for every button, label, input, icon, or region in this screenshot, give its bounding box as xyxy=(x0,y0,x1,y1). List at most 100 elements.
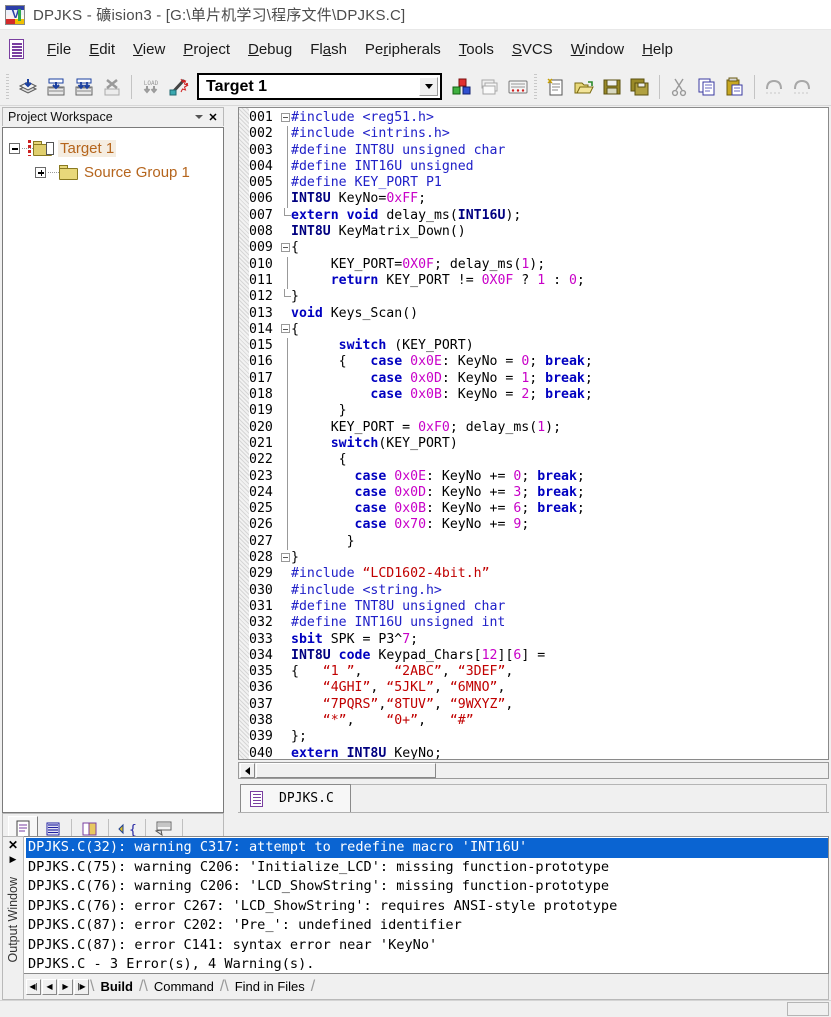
menu-item-file[interactable]: File xyxy=(38,38,80,61)
output-line[interactable]: DPJKS.C(76): warning C206: 'LCD_ShowStri… xyxy=(26,877,828,897)
fold-marker[interactable] xyxy=(279,370,291,388)
code-line[interactable]: 034 INT8U code Keypad_Chars[12][6] = xyxy=(249,648,828,664)
paste-icon[interactable] xyxy=(721,73,749,101)
code-line[interactable]: 011 return KEY_PORT != 0X0F ? 1 : 0; xyxy=(249,272,828,290)
fold-marker[interactable] xyxy=(279,158,291,176)
code-line[interactable]: 010 KEY_PORT=0X0F; delay_ms(1); xyxy=(249,256,828,273)
translate-icon[interactable] xyxy=(14,73,42,101)
tree-item-source-group[interactable]: Source Group 1 xyxy=(9,160,219,184)
first-icon[interactable]: ◀| xyxy=(26,978,41,995)
fold-marker[interactable] xyxy=(279,272,291,290)
code-line[interactable]: 025 case 0x0B: KeyNo += 6; break; xyxy=(249,501,828,518)
tab-find-in-files[interactable]: Find in Files xyxy=(229,979,311,994)
fold-marker[interactable] xyxy=(279,240,291,256)
code-line[interactable]: 037 “7PQRS”,“8TUV”, “9WXYZ”, xyxy=(249,697,828,713)
prev-icon[interactable]: ◀ xyxy=(42,978,57,995)
next-icon[interactable]: ▶ xyxy=(58,978,73,995)
code-line[interactable]: 019 } xyxy=(249,403,828,420)
menu-item-svcs[interactable]: SVCS xyxy=(503,38,562,61)
code-line[interactable]: 001 #include <reg51.h> xyxy=(249,110,828,126)
code-line[interactable]: 032 #define INT16U unsigned int xyxy=(249,615,828,631)
code-line[interactable]: 012} xyxy=(249,289,828,305)
code-line[interactable]: 004 #define INT16U unsigned xyxy=(249,158,828,176)
copy-icon[interactable] xyxy=(693,73,721,101)
target-select[interactable]: Target 1 xyxy=(197,73,442,100)
fold-marker[interactable] xyxy=(279,387,291,404)
code-line[interactable]: 033 sbit SPK = P3^7; xyxy=(249,632,828,648)
code-line[interactable]: 024 case 0x0D: KeyNo += 3; break; xyxy=(249,484,828,502)
menu-item-debug[interactable]: Debug xyxy=(239,38,301,61)
editor-hscrollbar[interactable] xyxy=(238,762,829,779)
output-line[interactable]: DPJKS.C - 3 Error(s), 4 Warning(s). xyxy=(26,955,828,973)
rebuild-all-icon[interactable] xyxy=(70,73,98,101)
start-stop-debug-icon[interactable] xyxy=(165,73,193,101)
fold-marker[interactable] xyxy=(279,484,291,502)
build-target-icon[interactable] xyxy=(42,73,70,101)
fold-marker[interactable] xyxy=(279,142,291,159)
code-editor[interactable]: 001 #include <reg51.h> 002 #include <intrin… xyxy=(238,107,829,760)
code-line[interactable]: 015 switch (KEY_PORT) xyxy=(249,338,828,355)
code-line[interactable]: 036 “4GHI”, “5JKL”, “6MNO”, xyxy=(249,680,828,696)
code-line[interactable]: 038 “*”, “0+”, “#” xyxy=(249,713,828,729)
fold-marker[interactable] xyxy=(279,175,291,192)
editor-tab-dpjks-c[interactable]: DPJKS.C xyxy=(240,784,351,812)
manage-components-icon[interactable] xyxy=(476,73,504,101)
close-icon[interactable]: ✕ xyxy=(8,839,18,851)
menu-item-window[interactable]: Window xyxy=(562,38,633,61)
tab-build[interactable]: Build xyxy=(94,979,139,994)
fold-marker[interactable] xyxy=(279,533,291,551)
chevron-down-icon[interactable] xyxy=(192,110,206,124)
code-line[interactable]: 035{ “1 ”, “2ABC”, “3DEF”, xyxy=(249,664,828,680)
code-line[interactable]: 008 INT8U KeyMatrix_Down() xyxy=(249,224,828,240)
fold-marker[interactable] xyxy=(279,322,291,338)
close-icon[interactable]: ✕ xyxy=(206,110,220,124)
output-line[interactable]: DPJKS.C(87): error C141: syntax error ne… xyxy=(26,936,828,956)
fold-marker[interactable] xyxy=(279,338,291,355)
undo-icon[interactable] xyxy=(760,73,788,101)
fold-marker[interactable] xyxy=(279,403,291,420)
target-options-icon[interactable] xyxy=(448,73,476,101)
menu-item-tools[interactable]: Tools xyxy=(450,38,503,61)
download-to-flash-icon[interactable]: LOAD xyxy=(137,73,165,101)
code-line[interactable]: 009{ xyxy=(249,240,828,256)
fold-marker[interactable] xyxy=(279,354,291,371)
expand-icon[interactable] xyxy=(35,166,46,178)
editor-code[interactable]: 001 #include <reg51.h> 002 #include <intrin… xyxy=(249,110,828,759)
fold-marker[interactable] xyxy=(279,550,291,566)
save-all-icon[interactable] xyxy=(626,73,654,101)
save-icon[interactable] xyxy=(598,73,626,101)
menu-item-edit[interactable]: Edit xyxy=(80,38,124,61)
code-line[interactable]: 020 KEY_PORT = 0xF0; delay_ms(1); xyxy=(249,419,828,436)
code-line[interactable]: 031 #define TNT8U unsigned char xyxy=(249,599,828,615)
hscroll-thumb[interactable] xyxy=(256,763,436,778)
code-line[interactable]: 022 { xyxy=(249,452,828,469)
code-line[interactable]: 039}; xyxy=(249,729,828,745)
output-line[interactable]: DPJKS.C(32): warning C317: attempt to re… xyxy=(26,838,828,858)
chevron-down-icon[interactable] xyxy=(419,77,438,96)
code-line[interactable]: 029 #include “LCD1602-4bit.h” xyxy=(249,566,828,582)
cut-icon[interactable] xyxy=(665,73,693,101)
toolbar-grip[interactable] xyxy=(4,73,11,100)
menu-item-peripherals[interactable]: Peripherals xyxy=(356,38,450,61)
code-line[interactable]: 040 extern INT8U KeyNo; xyxy=(249,746,828,759)
output-line[interactable]: DPJKS.C(75): warning C206: 'Initialize_L… xyxy=(26,858,828,878)
code-line[interactable]: 007 extern void delay_ms(INT16U); xyxy=(249,207,828,224)
fold-marker[interactable] xyxy=(279,468,291,485)
project-tree[interactable]: Target 1 Source Group 1 xyxy=(2,127,224,813)
keyboard-icon[interactable] xyxy=(504,73,532,101)
stop-build-icon[interactable] xyxy=(98,73,126,101)
code-line[interactable]: 013 void Keys_Scan() xyxy=(249,306,828,322)
code-line[interactable]: 016 { case 0x0E: KeyNo = 0; break; xyxy=(249,354,828,371)
fold-marker[interactable] xyxy=(279,517,291,534)
code-line[interactable]: 028} xyxy=(249,550,828,566)
menu-item-help[interactable]: Help xyxy=(633,38,682,61)
tree-item-target[interactable]: Target 1 xyxy=(9,136,219,160)
code-line[interactable]: 006 INT8U KeyNo=0xFF; xyxy=(249,191,828,208)
collapse-icon[interactable] xyxy=(9,142,20,154)
menu-item-flash[interactable]: Flash xyxy=(301,38,356,61)
code-line[interactable]: 023 case 0x0E: KeyNo += 0; break; xyxy=(249,468,828,485)
fold-marker[interactable] xyxy=(279,289,291,305)
menu-item-view[interactable]: View xyxy=(124,38,174,61)
fold-marker[interactable] xyxy=(279,435,291,453)
arrow-left-icon[interactable] xyxy=(240,763,255,778)
